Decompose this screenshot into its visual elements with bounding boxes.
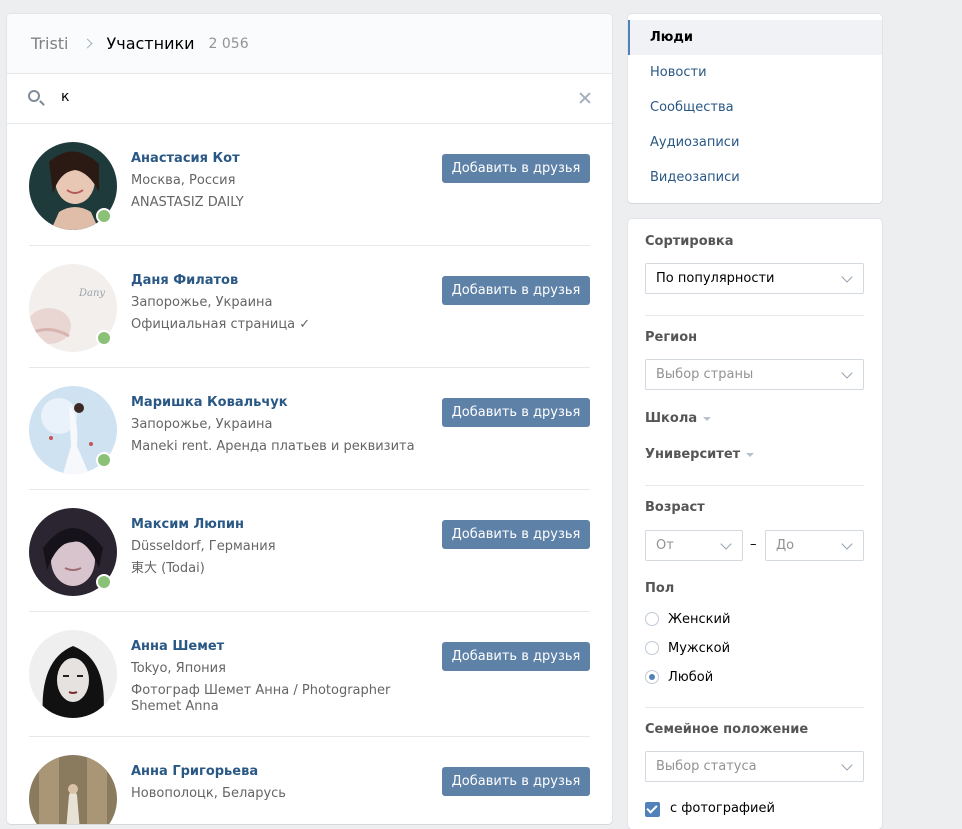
- family-status-label: Семейное положение: [645, 722, 809, 737]
- sort-select[interactable]: По популярности: [645, 263, 864, 294]
- school-label: Школа: [645, 411, 698, 426]
- person-name-link[interactable]: Даня Филатов: [131, 270, 310, 292]
- avatar[interactable]: [29, 755, 117, 824]
- person-name-link[interactable]: Анна Шемет: [131, 636, 390, 658]
- person-subtitle: 東大 (Todai): [131, 561, 205, 576]
- with-photo-label: с фотографией: [670, 801, 775, 816]
- person-location: Düsseldorf, Германия: [131, 539, 276, 554]
- school-toggle[interactable]: Школа: [645, 411, 712, 426]
- region-label: Регион: [645, 330, 698, 345]
- radio-female-label: Женский: [668, 612, 731, 627]
- close-icon[interactable]: [578, 91, 592, 105]
- members-count: 2 056: [208, 35, 249, 52]
- online-indicator: [96, 574, 112, 590]
- person-name-link[interactable]: Максим Люпин: [131, 514, 276, 536]
- radio-any-label: Любой: [668, 670, 714, 685]
- sort-label: Сортировка: [645, 234, 734, 249]
- divider: [645, 707, 864, 708]
- search-icon: [28, 90, 40, 102]
- svg-text:Dany: Dany: [78, 288, 105, 299]
- nav-item-news[interactable]: Новости: [628, 55, 882, 90]
- add-friend-button[interactable]: Добавить в друзья: [442, 276, 590, 305]
- chevron-down-icon: [841, 538, 853, 550]
- person-subtitle: Официальная страница ✓: [131, 317, 311, 332]
- person-name-link[interactable]: Анна Григорьева: [131, 761, 286, 783]
- caret-down-icon: [703, 416, 712, 421]
- family-status-placeholder: Выбор статуса: [656, 759, 757, 774]
- add-friend-button[interactable]: Добавить в друзья: [442, 154, 590, 183]
- radio-male-label: Мужской: [668, 641, 731, 656]
- chevron-down-icon: [841, 367, 853, 379]
- sort-value: По популярности: [656, 271, 775, 286]
- radio-male[interactable]: Мужской: [645, 639, 730, 659]
- list-item: Dany Даня Филатов Запорожье, Украина Офи…: [29, 246, 590, 368]
- family-status-select[interactable]: Выбор статуса: [645, 751, 864, 782]
- university-label: Университет: [645, 447, 741, 462]
- radio-female[interactable]: Женский: [645, 610, 730, 630]
- age-from-select[interactable]: От: [645, 530, 743, 561]
- breadcrumb: Tristi Участники 2 056: [7, 14, 612, 74]
- person-subtitle: ANASTASIZ DAILY: [131, 195, 244, 210]
- age-to-select[interactable]: До: [765, 530, 864, 561]
- members-panel: Tristi Участники 2 056 Анастасия Кот: [7, 14, 612, 824]
- list-item: Анна Григорьева Новополоцк, Беларусь Доб…: [29, 737, 590, 824]
- person-location: Москва, Россия: [131, 173, 236, 188]
- person-subtitle: Фотограф Шемет Анна / Photographer: [131, 683, 391, 698]
- university-toggle[interactable]: Университет: [645, 447, 755, 462]
- radio-circle-icon: [645, 611, 659, 626]
- nav-item-video[interactable]: Видеозаписи: [628, 160, 882, 195]
- online-indicator: [96, 452, 112, 468]
- people-list: Анастасия Кот Москва, Россия ANASTASIZ D…: [7, 124, 612, 824]
- radio-circle-icon: [645, 640, 659, 655]
- list-item: Максим Люпин Düsseldorf, Германия 東大 (To…: [29, 490, 590, 612]
- radio-any[interactable]: Любой: [645, 668, 713, 688]
- age-to-value: До: [776, 538, 795, 553]
- search-section-nav: Люди Новости Сообщества Аудиозаписи Виде…: [628, 14, 882, 203]
- radio-selected-icon: [645, 669, 659, 684]
- breadcrumb-group-link[interactable]: Tristi: [31, 34, 69, 53]
- person-location: Запорожье, Украина: [131, 417, 273, 432]
- nav-item-communities[interactable]: Сообщества: [628, 90, 882, 125]
- caret-down-icon: [746, 452, 755, 457]
- search-input[interactable]: [59, 88, 563, 106]
- country-placeholder: Выбор страны: [656, 367, 754, 382]
- sex-label: Пол: [645, 581, 675, 596]
- filters-panel: Сортировка По популярности Регион Выбор …: [628, 219, 882, 829]
- chevron-right-icon: [79, 35, 97, 53]
- add-friend-button[interactable]: Добавить в друзья: [442, 398, 590, 427]
- online-indicator: [96, 208, 112, 224]
- person-subtitle: Maneki rent. Аренда платьев и реквизита: [131, 439, 415, 454]
- country-select[interactable]: Выбор страны: [645, 359, 864, 390]
- list-item: Маришка Ковальчук Запорожье, Украина Man…: [29, 368, 590, 490]
- age-label: Возраст: [645, 500, 705, 515]
- add-friend-button[interactable]: Добавить в друзья: [442, 642, 590, 671]
- person-name-link[interactable]: Маришка Ковальчук: [131, 392, 415, 414]
- nav-item-audio[interactable]: Аудиозаписи: [628, 125, 882, 160]
- page-title: Участники: [106, 34, 195, 53]
- avatar[interactable]: [29, 630, 117, 718]
- person-name-link[interactable]: Анастасия Кот: [131, 148, 244, 170]
- person-location: Tokyo, Япония: [131, 661, 226, 676]
- chevron-down-icon: [720, 538, 732, 550]
- list-item: Анастасия Кот Москва, Россия ANASTASIZ D…: [29, 124, 590, 246]
- add-friend-button[interactable]: Добавить в друзья: [442, 767, 590, 796]
- list-item: Анна Шемет Tokyo, Япония Фотограф Шемет …: [29, 612, 590, 737]
- person-location: Новополоцк, Беларусь: [131, 786, 286, 801]
- add-friend-button[interactable]: Добавить в друзья: [442, 520, 590, 549]
- nav-item-people[interactable]: Люди: [628, 20, 882, 55]
- divider: [645, 485, 864, 486]
- person-subtitle-line2: Shemet Anna: [131, 699, 219, 714]
- age-range-dash: –: [750, 537, 757, 552]
- person-location: Запорожье, Украина: [131, 295, 273, 310]
- online-indicator: [96, 330, 112, 346]
- chevron-down-icon: [841, 271, 853, 283]
- divider: [645, 315, 864, 316]
- search-bar: [7, 74, 612, 124]
- age-from-value: От: [656, 538, 674, 553]
- chevron-down-icon: [841, 759, 853, 771]
- with-photo-checkbox[interactable]: [645, 802, 660, 817]
